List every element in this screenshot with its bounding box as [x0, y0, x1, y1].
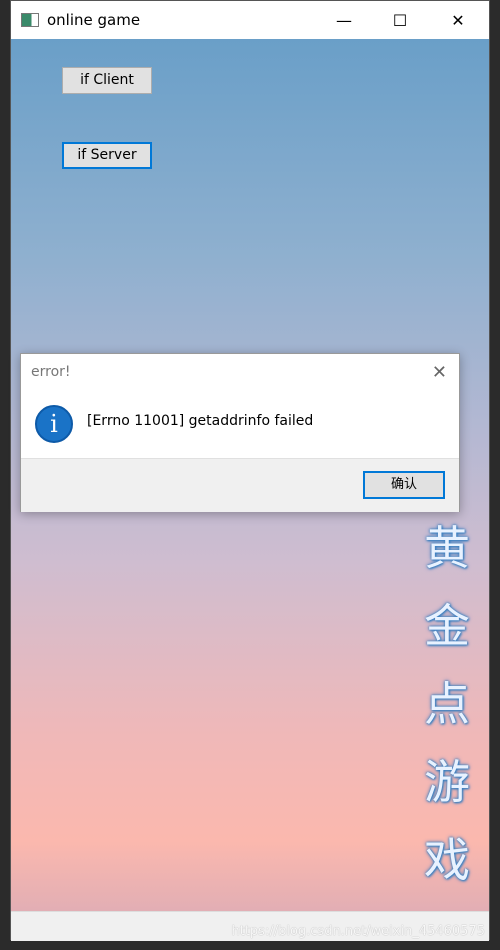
dialog-message: [Errno 11001] getaddrinfo failed: [87, 413, 314, 429]
dialog-title: error!: [31, 364, 71, 380]
dialog-close-icon[interactable]: ✕: [432, 362, 447, 383]
title-char: 点: [424, 677, 470, 731]
dialog-footer: 确认: [21, 458, 459, 512]
close-button[interactable]: ✕: [435, 1, 481, 39]
minimize-button[interactable]: —: [321, 1, 367, 39]
title-char: 黄: [424, 521, 470, 575]
title-bar[interactable]: online game — ☐ ✕: [11, 1, 489, 39]
server-button[interactable]: if Server: [62, 142, 152, 169]
game-title-vertical: 黄 金 点 游 戏: [417, 509, 477, 899]
error-dialog: error! ✕ i [Errno 11001] getaddrinfo fai…: [20, 353, 460, 512]
app-icon: [21, 13, 39, 27]
window-title: online game: [47, 11, 141, 29]
client-button[interactable]: if Client: [62, 67, 152, 94]
title-char: 游: [424, 755, 470, 809]
status-bar: https://blog.csdn.net/weixin_45460575: [11, 911, 489, 941]
watermark: https://blog.csdn.net/weixin_45460575: [231, 924, 485, 939]
info-icon: i: [35, 405, 73, 443]
title-char: 金: [424, 599, 470, 653]
maximize-button[interactable]: ☐: [377, 1, 423, 39]
confirm-button[interactable]: 确认: [363, 471, 445, 499]
title-char: 戏: [424, 833, 470, 887]
